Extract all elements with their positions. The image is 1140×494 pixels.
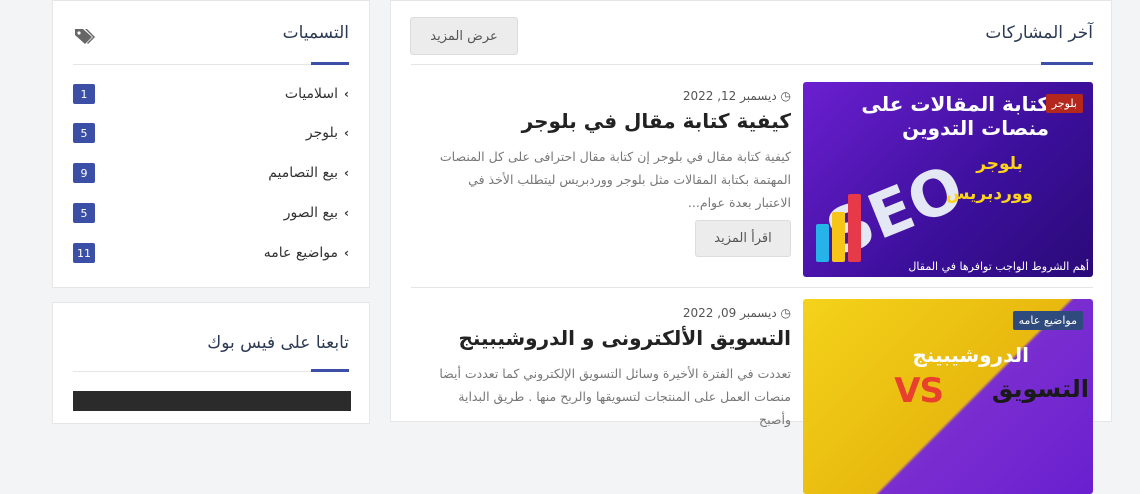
post-excerpt: تعددت في الفترة الأخيرة وسائل التسويق ال… xyxy=(439,366,791,427)
post-card: الدروشيبينج VS التسويق مواضيع عامه ◷ ديس… xyxy=(411,299,1093,494)
thumbnail-label: ووردبريس xyxy=(945,184,1033,204)
facebook-title: تابعنا على فيس بوك xyxy=(207,333,349,353)
facebook-embed[interactable] xyxy=(73,391,351,411)
label-count: 5 xyxy=(73,203,95,223)
post-divider xyxy=(411,287,1093,288)
post-thumbnail[interactable]: الدروشيبينج VS التسويق مواضيع عامه xyxy=(803,299,1093,494)
section-divider xyxy=(411,62,1093,65)
accent-line xyxy=(311,369,349,372)
thumbnail-label: التسويق xyxy=(991,375,1090,403)
widget-divider xyxy=(73,62,349,65)
tag-icon xyxy=(75,29,95,44)
label-count: 11 xyxy=(73,243,95,263)
label-item[interactable]: › بيع التصاميم 9 xyxy=(73,159,349,187)
chevron-left-icon: › xyxy=(344,87,349,101)
post-title[interactable]: التسويق الألكترونى و الدروشيبينج xyxy=(458,326,791,350)
post-date: ◷ ديسمبر 12, 2022 xyxy=(682,89,791,103)
thumbnail-headline: كتابة المقالات على منصات التدوين xyxy=(861,92,1050,140)
label-item[interactable]: › اسلاميات 1 xyxy=(73,80,349,108)
thumbnail-footer-text: أهم الشروط الواجب توافرها في المقال xyxy=(908,260,1089,273)
read-more-button[interactable]: اقرأ المزيد xyxy=(695,220,791,257)
thumbnail-label: بلوجر xyxy=(976,154,1023,174)
category-badge[interactable]: مواضيع عامه xyxy=(1012,311,1083,330)
thumbnail-vs-text: VS xyxy=(894,371,944,411)
accent-line xyxy=(1041,62,1093,65)
widget-divider xyxy=(73,369,349,372)
post-thumbnail[interactable]: كتابة المقالات على منصات التدوين SEO بلو… xyxy=(803,82,1093,277)
show-more-button[interactable]: عرض المزيد xyxy=(410,17,518,55)
label-count: 5 xyxy=(73,123,95,143)
clock-icon: ◷ xyxy=(780,306,791,320)
label-item[interactable]: › بيع الصور 5 xyxy=(73,199,349,227)
label-count: 1 xyxy=(73,84,95,104)
label-item[interactable]: › بلوجر 5 xyxy=(73,119,349,147)
chevron-left-icon: › xyxy=(344,166,349,180)
recent-posts-title: آخر المشاركات xyxy=(985,23,1093,43)
bar-graphic xyxy=(813,192,863,262)
category-badge[interactable]: بلوجر xyxy=(1045,94,1083,113)
labels-title: التسميات xyxy=(282,23,349,43)
post-date: ◷ ديسمبر 09, 2022 xyxy=(682,306,791,320)
recent-posts-panel: آخر المشاركات عرض المزيد كتابة المقالات … xyxy=(390,0,1112,494)
clock-icon: ◷ xyxy=(780,89,791,103)
chevron-left-icon: › xyxy=(344,126,349,140)
chevron-left-icon: › xyxy=(344,206,349,220)
label-count: 9 xyxy=(73,163,95,183)
accent-line xyxy=(311,62,349,65)
post-title[interactable]: كيفية كتابة مقال في بلوجر xyxy=(522,109,791,133)
post-card: كتابة المقالات على منصات التدوين SEO بلو… xyxy=(411,82,1093,282)
facebook-widget: تابعنا على فيس بوك xyxy=(52,302,370,424)
labels-widget: التسميات › اسلاميات 1 › بلوجر 5 › بيع التصا… xyxy=(52,0,370,288)
post-excerpt: كيفية كتابة مقال في بلوجر إن كتابة مقال … xyxy=(439,149,791,210)
thumbnail-headline: الدروشيبينج xyxy=(912,343,1030,367)
chevron-left-icon: › xyxy=(344,246,349,260)
label-item[interactable]: › مواضيع عامه 11 xyxy=(73,239,349,267)
